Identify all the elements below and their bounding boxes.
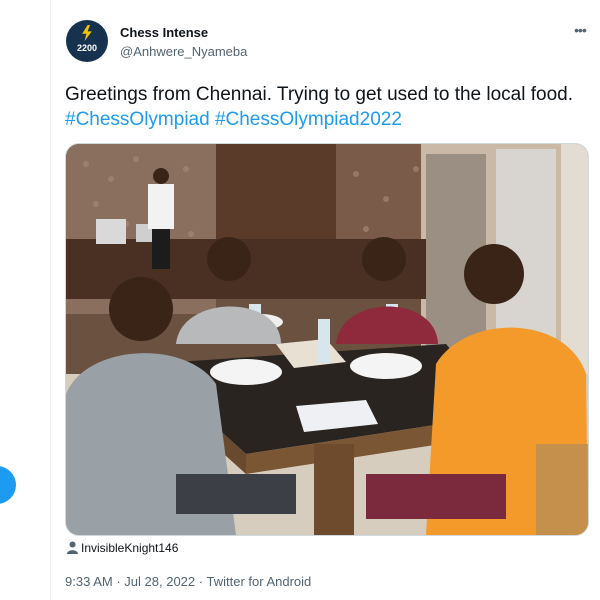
tweet-text: Greetings from Chennai. Trying to get us…	[65, 82, 590, 132]
lightning-bolt-icon	[82, 25, 92, 41]
author-handle[interactable]: @Anhwere_Nyameba	[120, 44, 247, 59]
tweet-photo-image	[66, 144, 588, 535]
avatar-rating-text: 2200	[76, 43, 98, 53]
tagged-user-name[interactable]: InvisibleKnight146	[81, 541, 178, 555]
more-options-icon[interactable]: •••	[570, 20, 590, 40]
meta-separator: ·	[198, 574, 204, 589]
hashtag-link[interactable]: #ChessOlympiad2022	[215, 109, 402, 130]
person-icon	[67, 541, 78, 555]
left-nav-rail	[0, 0, 51, 600]
tweet-text-body: Greetings from Chennai. Trying to get us…	[65, 84, 574, 105]
tweet-time[interactable]: 9:33 AM	[65, 574, 113, 589]
author-display-name[interactable]: Chess Intense	[120, 25, 208, 40]
avatar[interactable]: 2200	[66, 20, 108, 62]
tweet-photo[interactable]	[65, 143, 589, 536]
compose-tweet-button[interactable]	[0, 466, 16, 504]
tweet-detail: 2200 Chess Intense @Anhwere_Nyameba ••• …	[50, 0, 600, 600]
tweet-metadata: 9:33 AM · Jul 28, 2022 · Twitter for And…	[65, 574, 311, 589]
tweet-date[interactable]: Jul 28, 2022	[124, 574, 195, 589]
tweet-source[interactable]: Twitter for Android	[207, 574, 312, 589]
meta-separator: ·	[116, 574, 121, 589]
hashtag-link[interactable]: #ChessOlympiad	[65, 109, 210, 130]
tagged-users[interactable]: InvisibleKnight146	[67, 540, 178, 556]
